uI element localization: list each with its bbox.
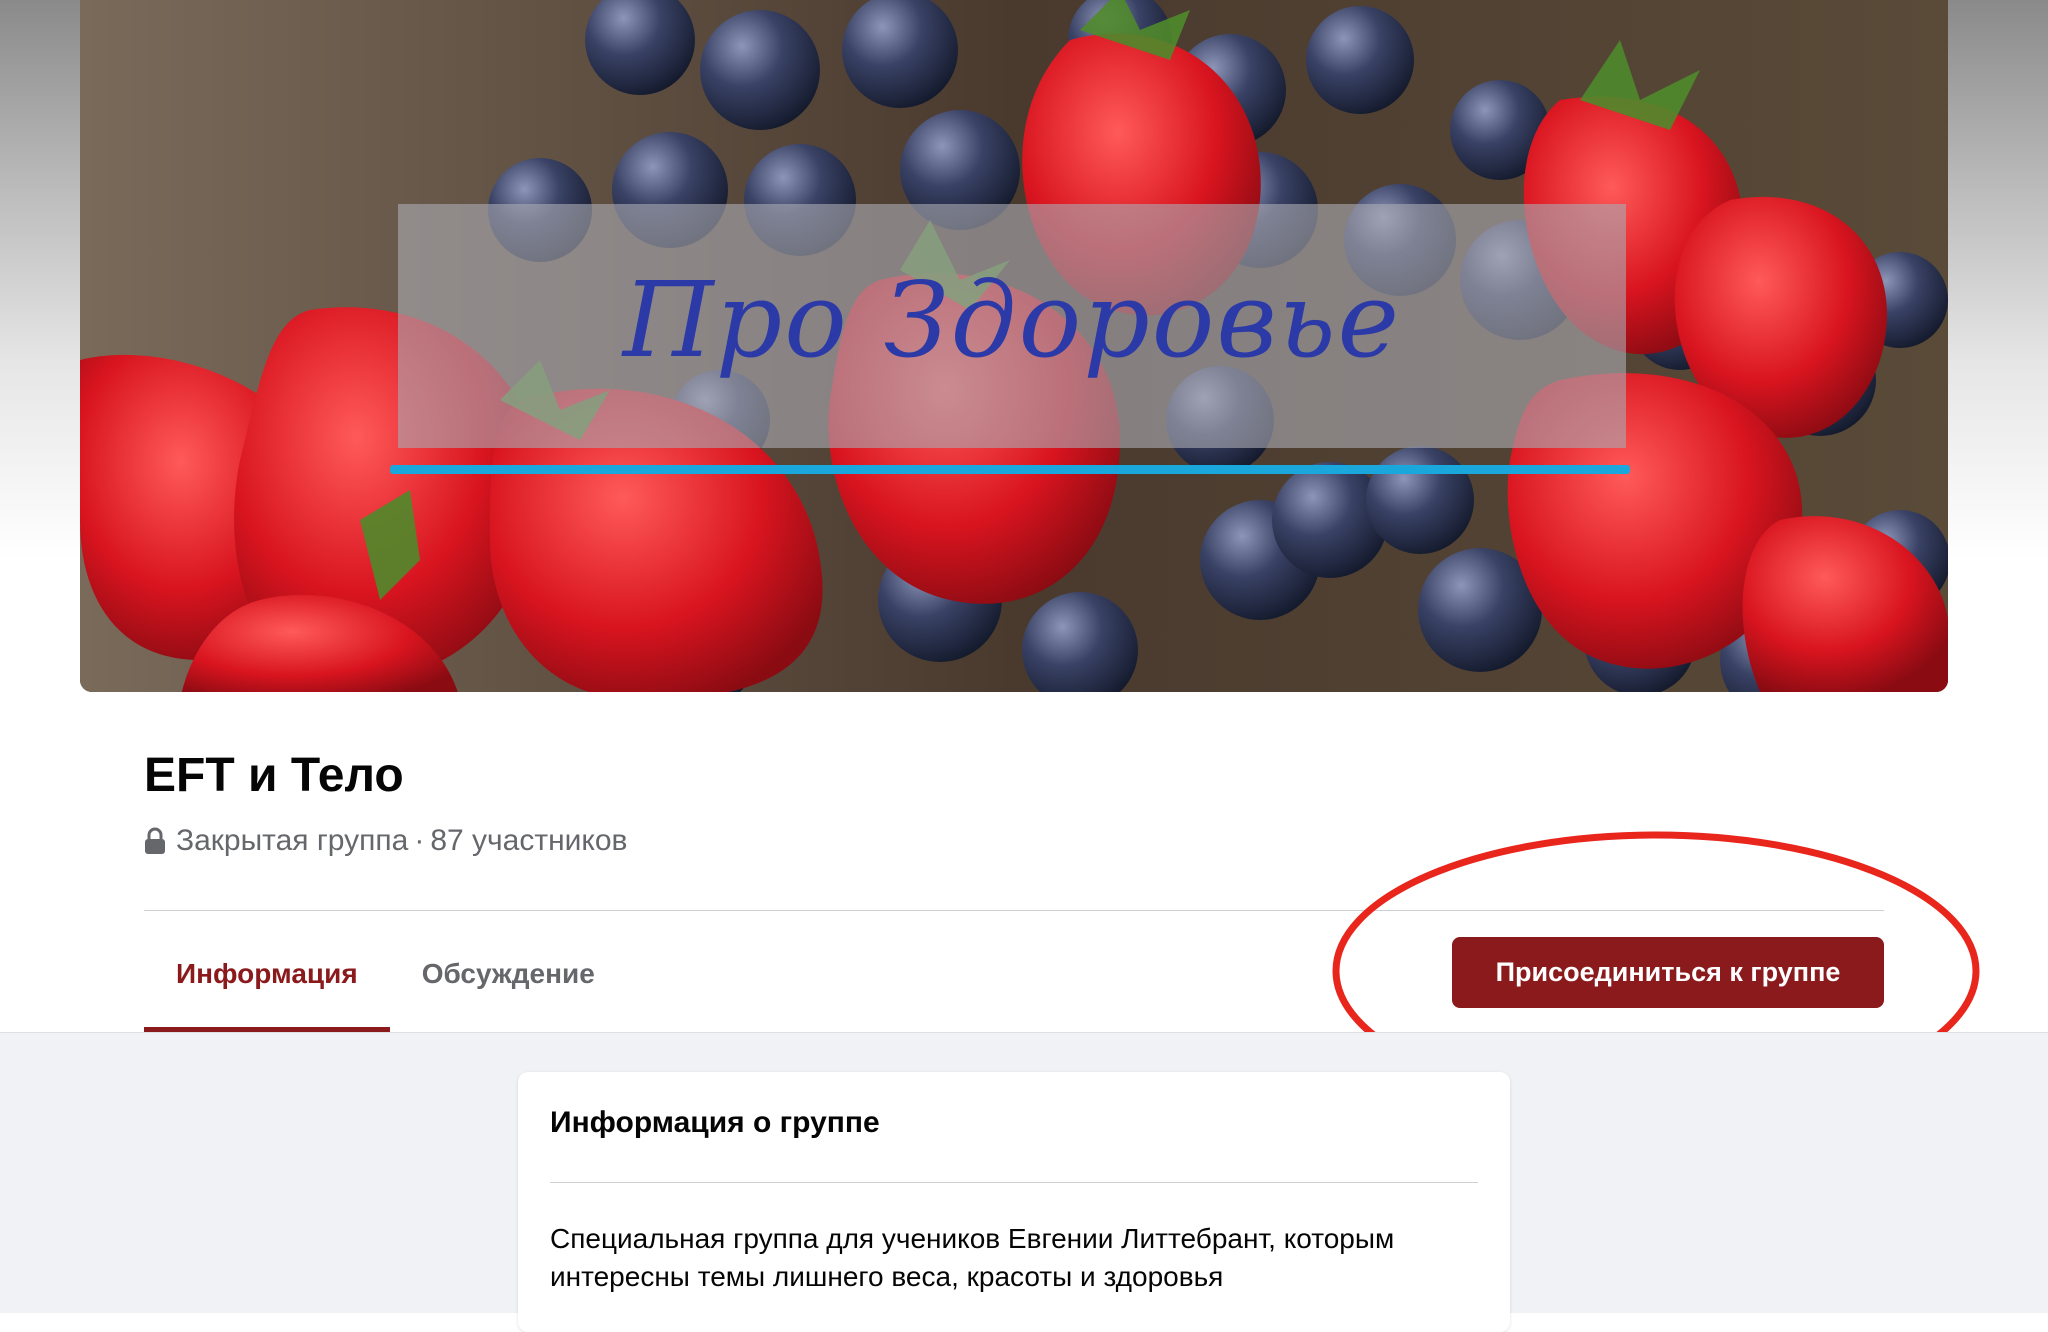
- tab-info[interactable]: Информация: [144, 916, 390, 1032]
- tab-discussion[interactable]: Обсуждение: [390, 916, 627, 1032]
- info-card-divider: [550, 1182, 1478, 1183]
- cover-banner: Про Здоровье: [398, 204, 1626, 448]
- cover-underline: [390, 465, 1630, 474]
- lock-icon: [144, 827, 166, 855]
- group-info-card: Информация о группе Специальная группа д…: [518, 1072, 1510, 1332]
- tab-bar: Информация Обсуждение: [144, 916, 627, 1032]
- group-privacy[interactable]: Закрытая группа: [176, 824, 408, 858]
- cover-photo[interactable]: Про Здоровье: [80, 0, 1948, 692]
- info-card-title: Информация о группе: [550, 1106, 880, 1139]
- join-group-button[interactable]: Присоединиться к группе: [1452, 937, 1884, 1008]
- header-divider: [144, 910, 1884, 911]
- meta-separator: ·: [414, 824, 425, 857]
- group-name: EFT и Тело: [144, 749, 404, 802]
- group-meta: Закрытая группа · 87 участников: [144, 824, 627, 858]
- group-description: Специальная группа для учеников Евгении …: [550, 1223, 1395, 1292]
- cover-banner-text: Про Здоровье: [622, 259, 1402, 381]
- group-members-count[interactable]: 87 участников: [430, 824, 627, 858]
